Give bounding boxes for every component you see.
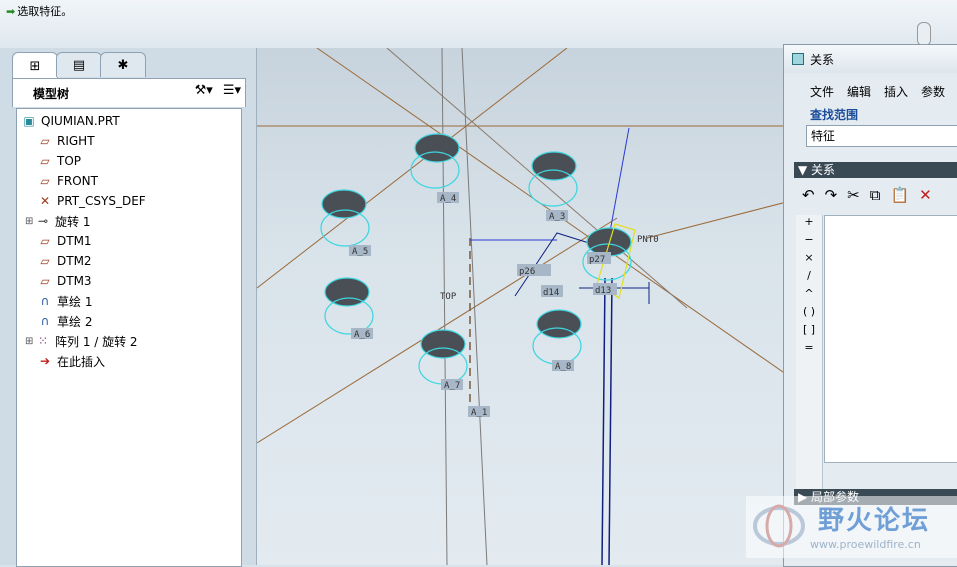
tree-item-sketch2[interactable]: ∩ 草绘 2 [37, 311, 93, 331]
insert-here-arrow-icon: ➔ [39, 354, 51, 368]
model-tree-header: 模型树 ⚒▾ ☰▾ [12, 78, 246, 107]
tree-item-sketch1[interactable]: ∩ 草绘 1 [37, 291, 93, 311]
lookin-label: 查找范围 [810, 108, 859, 122]
axis-label-a7: A_7 [444, 381, 460, 391]
tree-item-top[interactable]: ▱ TOP [37, 151, 81, 171]
tree-item-insert-here[interactable]: ➔ 在此插入 [37, 351, 105, 371]
datum-plane-icon: ▱ [40, 254, 50, 268]
model-tree-tab[interactable]: ⊞ [12, 52, 58, 79]
lookin-select[interactable]: 特征 [806, 125, 957, 147]
axis-line [601, 277, 606, 565]
point-label-pnt0: PNT0 [637, 235, 659, 245]
tree-item-dtm1[interactable]: ▱ DTM1 [37, 231, 91, 251]
status-message: ➡ 选取特征。 [6, 5, 73, 18]
axis-label-a3: A_3 [549, 212, 565, 222]
dialog-icon [792, 53, 804, 65]
redo-icon[interactable]: ↷ [825, 186, 838, 204]
operator-multiply[interactable]: × [796, 251, 822, 269]
operator-power[interactable]: ^ [796, 287, 822, 305]
relations-section-header[interactable]: ▼ 关系 [794, 162, 957, 178]
folder-browser-icon: ▤ [72, 57, 86, 73]
axis-label-a6: A_6 [354, 330, 370, 340]
operator-plus[interactable]: + [796, 215, 822, 233]
tree-item-front[interactable]: ▱ FRONT [37, 171, 98, 191]
folder-browser-tab[interactable]: ▤ [56, 52, 102, 77]
undo-icon[interactable]: ↶ [802, 186, 815, 204]
tree-item-part[interactable]: ▣ QIUMIAN.PRT [21, 111, 119, 131]
datum-line [257, 48, 568, 289]
green-arrow-icon: ➡ [6, 5, 16, 18]
favorites-tab[interactable]: ✱ [100, 52, 146, 77]
csys-icon: ✕ [39, 194, 51, 208]
watermark-url: www.proewildfire.cn [810, 538, 921, 551]
model-tree-tools: ⚒▾ ☰▾ [195, 83, 241, 98]
relations-editor[interactable] [824, 215, 957, 463]
watermark-title: 野火论坛 [818, 506, 931, 536]
tree-item-right[interactable]: ▱ RIGHT [37, 131, 94, 151]
model-tree: ▣ QIUMIAN.PRT ▱ RIGHT ▱ TOP ▱ FRONT ✕ PRT_CSY… [16, 108, 242, 567]
expand-icon[interactable]: ⊞ [25, 336, 35, 347]
tree-item-dtm3[interactable]: ▱ DTM3 [37, 271, 91, 291]
datum-label-top: TOP [440, 292, 457, 302]
model-tree-title: 模型树 [33, 87, 70, 101]
scroll-handle[interactable] [917, 22, 931, 46]
sketch-icon: ∩ [40, 294, 50, 308]
dimension-label-p27: p27 [589, 255, 605, 265]
menu-parameters[interactable]: 参数 [921, 83, 945, 100]
tree-item-pattern1[interactable]: ⊞ ⁙ 阵列 1 / 旋转 2 [25, 331, 138, 351]
show-menu-icon[interactable]: ☰▾ [223, 83, 241, 98]
dimension-label-p26: p26 [519, 267, 535, 277]
pattern-icon: ⁙ [37, 334, 49, 348]
axis-line [608, 277, 613, 565]
watermark-logo-icon [753, 504, 805, 548]
relations-toolbar: ↶ ↷ ✂ ⧉ 📋 ✕ [802, 186, 932, 204]
paste-icon[interactable]: 📋 [890, 186, 909, 204]
message-bar: ➡ 选取特征。 [0, 0, 957, 49]
delete-icon[interactable]: ✕ [919, 186, 932, 204]
dialog-menubar: 文件 编辑 插入 参数 [810, 83, 945, 100]
operator-divide[interactable]: / [796, 269, 822, 287]
sketch-icon: ∩ [40, 314, 50, 328]
model-tree-icon: ⊞ [29, 58, 41, 74]
datum-plane-icon: ▱ [40, 154, 50, 168]
copy-icon[interactable]: ⧉ [870, 186, 881, 204]
revolve-icon: ⊸ [37, 214, 49, 228]
navigator-panel: ⊞ ▤ ✱ 模型树 ⚒▾ ☰▾ ▣ QIUMIAN.PRT ▱ RIGHT ▱ TOP… [0, 48, 257, 567]
relations-dialog: 关系 文件 编辑 插入 参数 查找范围 特征 ▼ 关系 ↶ ↷ ✂ ⧉ 📋 ✕ … [783, 44, 957, 567]
axis-label-a4: A_4 [440, 194, 456, 204]
operator-palette: + − × / ^ ( ) [ ] = [796, 215, 823, 505]
datum-plane-icon: ▱ [40, 274, 50, 288]
settings-tools-icon[interactable]: ⚒▾ [195, 83, 213, 98]
expand-icon[interactable]: ⊞ [25, 216, 35, 227]
operator-minus[interactable]: − [796, 233, 822, 251]
dimension-label-d13: d13 [595, 286, 611, 296]
menu-file[interactable]: 文件 [810, 83, 834, 100]
tree-item-dtm2[interactable]: ▱ DTM2 [37, 251, 91, 271]
datum-plane-icon: ▱ [40, 174, 50, 188]
dimension-label-d14: d14 [543, 288, 559, 298]
datum-plane-icon: ▱ [40, 234, 50, 248]
axis-label-a8: A_8 [555, 362, 571, 372]
datum-plane-icon: ▱ [40, 134, 50, 148]
dialog-titlebar[interactable]: 关系 [784, 45, 957, 73]
dialog-title: 关系 [810, 52, 835, 67]
cut-icon[interactable]: ✂ [847, 186, 860, 204]
axis-label-a1: A_1 [471, 408, 487, 418]
favorites-icon: ✱ [117, 57, 129, 73]
tree-item-revolve1[interactable]: ⊞ ⊸ 旋转 1 [25, 211, 90, 231]
menu-insert[interactable]: 插入 [884, 83, 908, 100]
forum-watermark: 野火论坛 www.proewildfire.cn [746, 496, 957, 558]
collapse-triangle-icon: ▼ [798, 163, 812, 177]
axis-label-a5: A_5 [352, 247, 368, 257]
operator-brackets[interactable]: [ ] [796, 323, 822, 341]
tree-item-csys[interactable]: ✕ PRT_CSYS_DEF [37, 191, 146, 211]
operator-equals[interactable]: = [796, 341, 822, 359]
menu-edit[interactable]: 编辑 [847, 83, 871, 100]
part-icon: ▣ [23, 114, 35, 128]
operator-parentheses[interactable]: ( ) [796, 305, 822, 323]
